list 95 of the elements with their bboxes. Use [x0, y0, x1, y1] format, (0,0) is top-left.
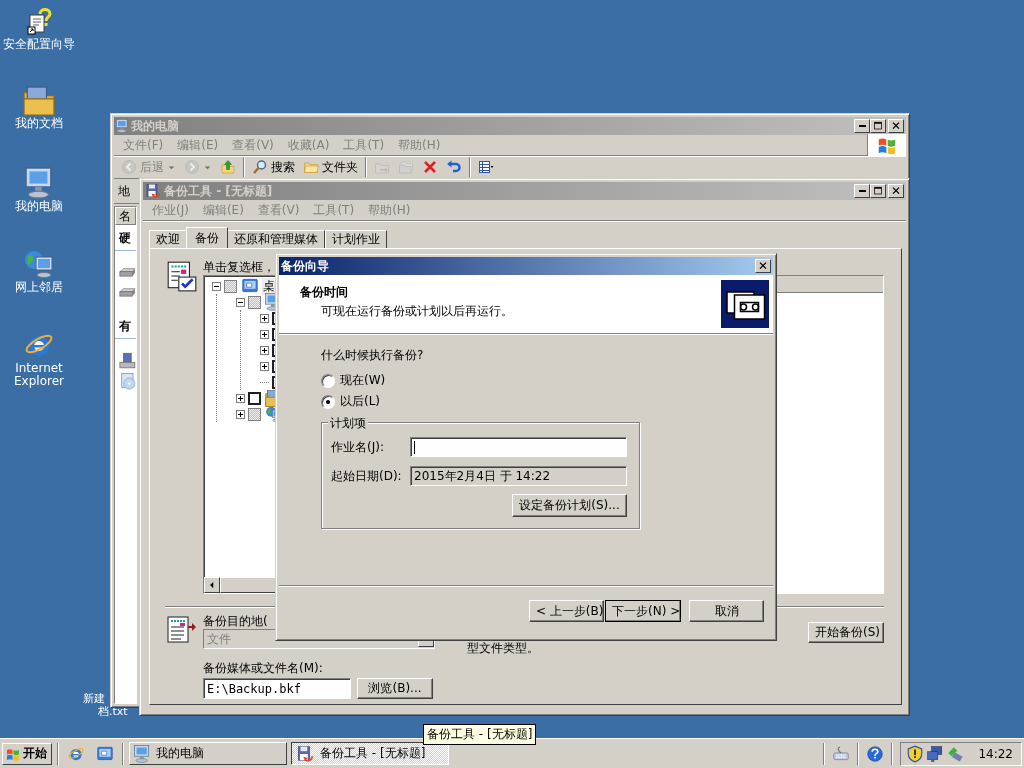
search-button[interactable]: 搜索	[249, 158, 298, 176]
dialog-button[interactable]: 下一步(N) >	[605, 600, 681, 622]
dialog-button[interactable]: < 上一步(B)	[529, 600, 604, 622]
folders-button[interactable]: 文件夹	[300, 158, 361, 176]
column-header[interactable]: 名	[115, 207, 136, 225]
network-icon	[926, 744, 945, 763]
minimize-icon	[858, 125, 866, 127]
document-folder-icon	[23, 86, 55, 116]
window-title: 备份工具 - [无标题]	[164, 182, 274, 200]
browse-button[interactable]: 浏览(B)...	[357, 678, 433, 699]
maximize-icon	[872, 120, 884, 132]
checkbox[interactable]	[248, 295, 261, 309]
computer-icon	[116, 119, 128, 133]
expand-button[interactable]	[260, 313, 269, 323]
dialog-title: 备份向导	[281, 257, 330, 275]
taskbar-button[interactable]: 我的电脑	[129, 742, 287, 765]
taskbar-button[interactable]: 备份工具 - [无标题]	[291, 742, 449, 765]
scroll-left-button[interactable]	[204, 577, 220, 593]
desktop-icon	[96, 744, 114, 763]
tape-cassette-icon	[721, 280, 769, 328]
undo-icon	[446, 159, 462, 175]
question-text: 什么时候执行备份?	[321, 347, 424, 364]
radio-button[interactable]	[321, 394, 335, 409]
group-heading: 硬	[115, 225, 136, 251]
header-subtitle: 可现在运行备份或计划以后再运行。	[320, 303, 513, 320]
delete-icon	[422, 159, 438, 175]
search-icon	[252, 159, 268, 175]
start-backup-button[interactable]: 开始备份(S)	[808, 622, 884, 643]
view-grid-icon	[478, 159, 494, 175]
floppy-arrow-icon	[296, 744, 314, 763]
field-label: 作业名(J):	[331, 438, 385, 456]
shield-icon	[906, 744, 925, 763]
close-button[interactable]	[755, 259, 771, 273]
dialog-button[interactable]: 取消	[689, 600, 764, 622]
instruction-text: 单击复选框，	[203, 259, 275, 275]
schedule-button[interactable]: 设定备份计划(S)...	[512, 494, 627, 517]
help-icon	[866, 744, 885, 763]
field-label: 备份媒体或文件名(M):	[203, 661, 324, 676]
tab[interactable]: 还原和管理媒体	[227, 230, 325, 248]
close-icon	[757, 260, 769, 272]
checkbox[interactable]	[224, 279, 237, 293]
forward-icon	[184, 159, 200, 175]
radio-button[interactable]	[321, 373, 335, 388]
radio-label[interactable]: 以后(L)	[340, 393, 381, 410]
checklist-icon	[165, 259, 199, 293]
checkbox[interactable]	[248, 407, 261, 421]
window-title: 我的电脑	[131, 117, 180, 135]
icon-label[interactable]: Internet Explorer	[1, 362, 77, 388]
computer-icon	[134, 744, 150, 763]
checkbox[interactable]	[248, 391, 261, 405]
group-title: 计划项	[328, 415, 368, 432]
keyboard-icon	[832, 744, 851, 763]
radio-label[interactable]: 现在(W)	[340, 372, 386, 389]
folder-up-icon	[220, 159, 236, 175]
expand-button[interactable]	[260, 361, 269, 371]
expand-button[interactable]	[260, 329, 269, 339]
tab[interactable]: 备份	[186, 227, 228, 248]
job-name-field[interactable]	[410, 437, 627, 457]
minimize-icon	[858, 190, 866, 192]
clock[interactable]: 14:22	[978, 746, 1013, 761]
close-icon	[890, 120, 902, 132]
file-name-field[interactable]: E:\Backup.bkf	[203, 678, 351, 699]
expand-button[interactable]	[236, 409, 245, 419]
collapse-button[interactable]	[212, 281, 221, 291]
tooltip: 备份工具 - [无标题]	[423, 724, 537, 745]
description-text: 型文件类型。	[467, 641, 539, 655]
quick-launch-button[interactable]	[96, 744, 114, 763]
tab[interactable]: 欢迎	[149, 230, 187, 248]
back-icon	[121, 159, 137, 175]
tab[interactable]: 计划作业	[325, 230, 387, 248]
computer-icon	[25, 167, 53, 199]
group-heading: 有	[115, 313, 136, 339]
address-label: 地	[118, 182, 130, 200]
field-label: 备份目的地(	[203, 614, 269, 629]
icon-label[interactable]: 我的文档	[1, 117, 77, 130]
tree-item-label[interactable]: 桌	[262, 277, 276, 295]
folder-icon	[303, 159, 319, 175]
expand-button[interactable]	[260, 345, 269, 355]
maximize-icon	[872, 185, 884, 197]
icon-label[interactable]: 新建	[83, 692, 105, 705]
document-arrow-icon	[165, 614, 197, 646]
removable-drive-icon	[118, 351, 136, 371]
text-cursor	[414, 440, 415, 454]
icon-label[interactable]: 档.txt	[98, 705, 128, 718]
icon-label[interactable]: 我的电脑	[1, 200, 77, 213]
start-button[interactable]: 开始	[2, 742, 52, 765]
expand-button[interactable]	[236, 393, 245, 403]
icon-label[interactable]: 网上邻居	[1, 281, 77, 294]
globe-computer-icon	[23, 248, 55, 280]
folder-copy-icon	[398, 159, 414, 175]
collapse-button[interactable]	[236, 297, 245, 307]
close-icon	[890, 185, 902, 197]
field-label: 起始日期(D):	[331, 467, 403, 485]
icon-label[interactable]: 安全配置向导	[1, 38, 77, 51]
header-title: 备份时间	[300, 284, 349, 301]
